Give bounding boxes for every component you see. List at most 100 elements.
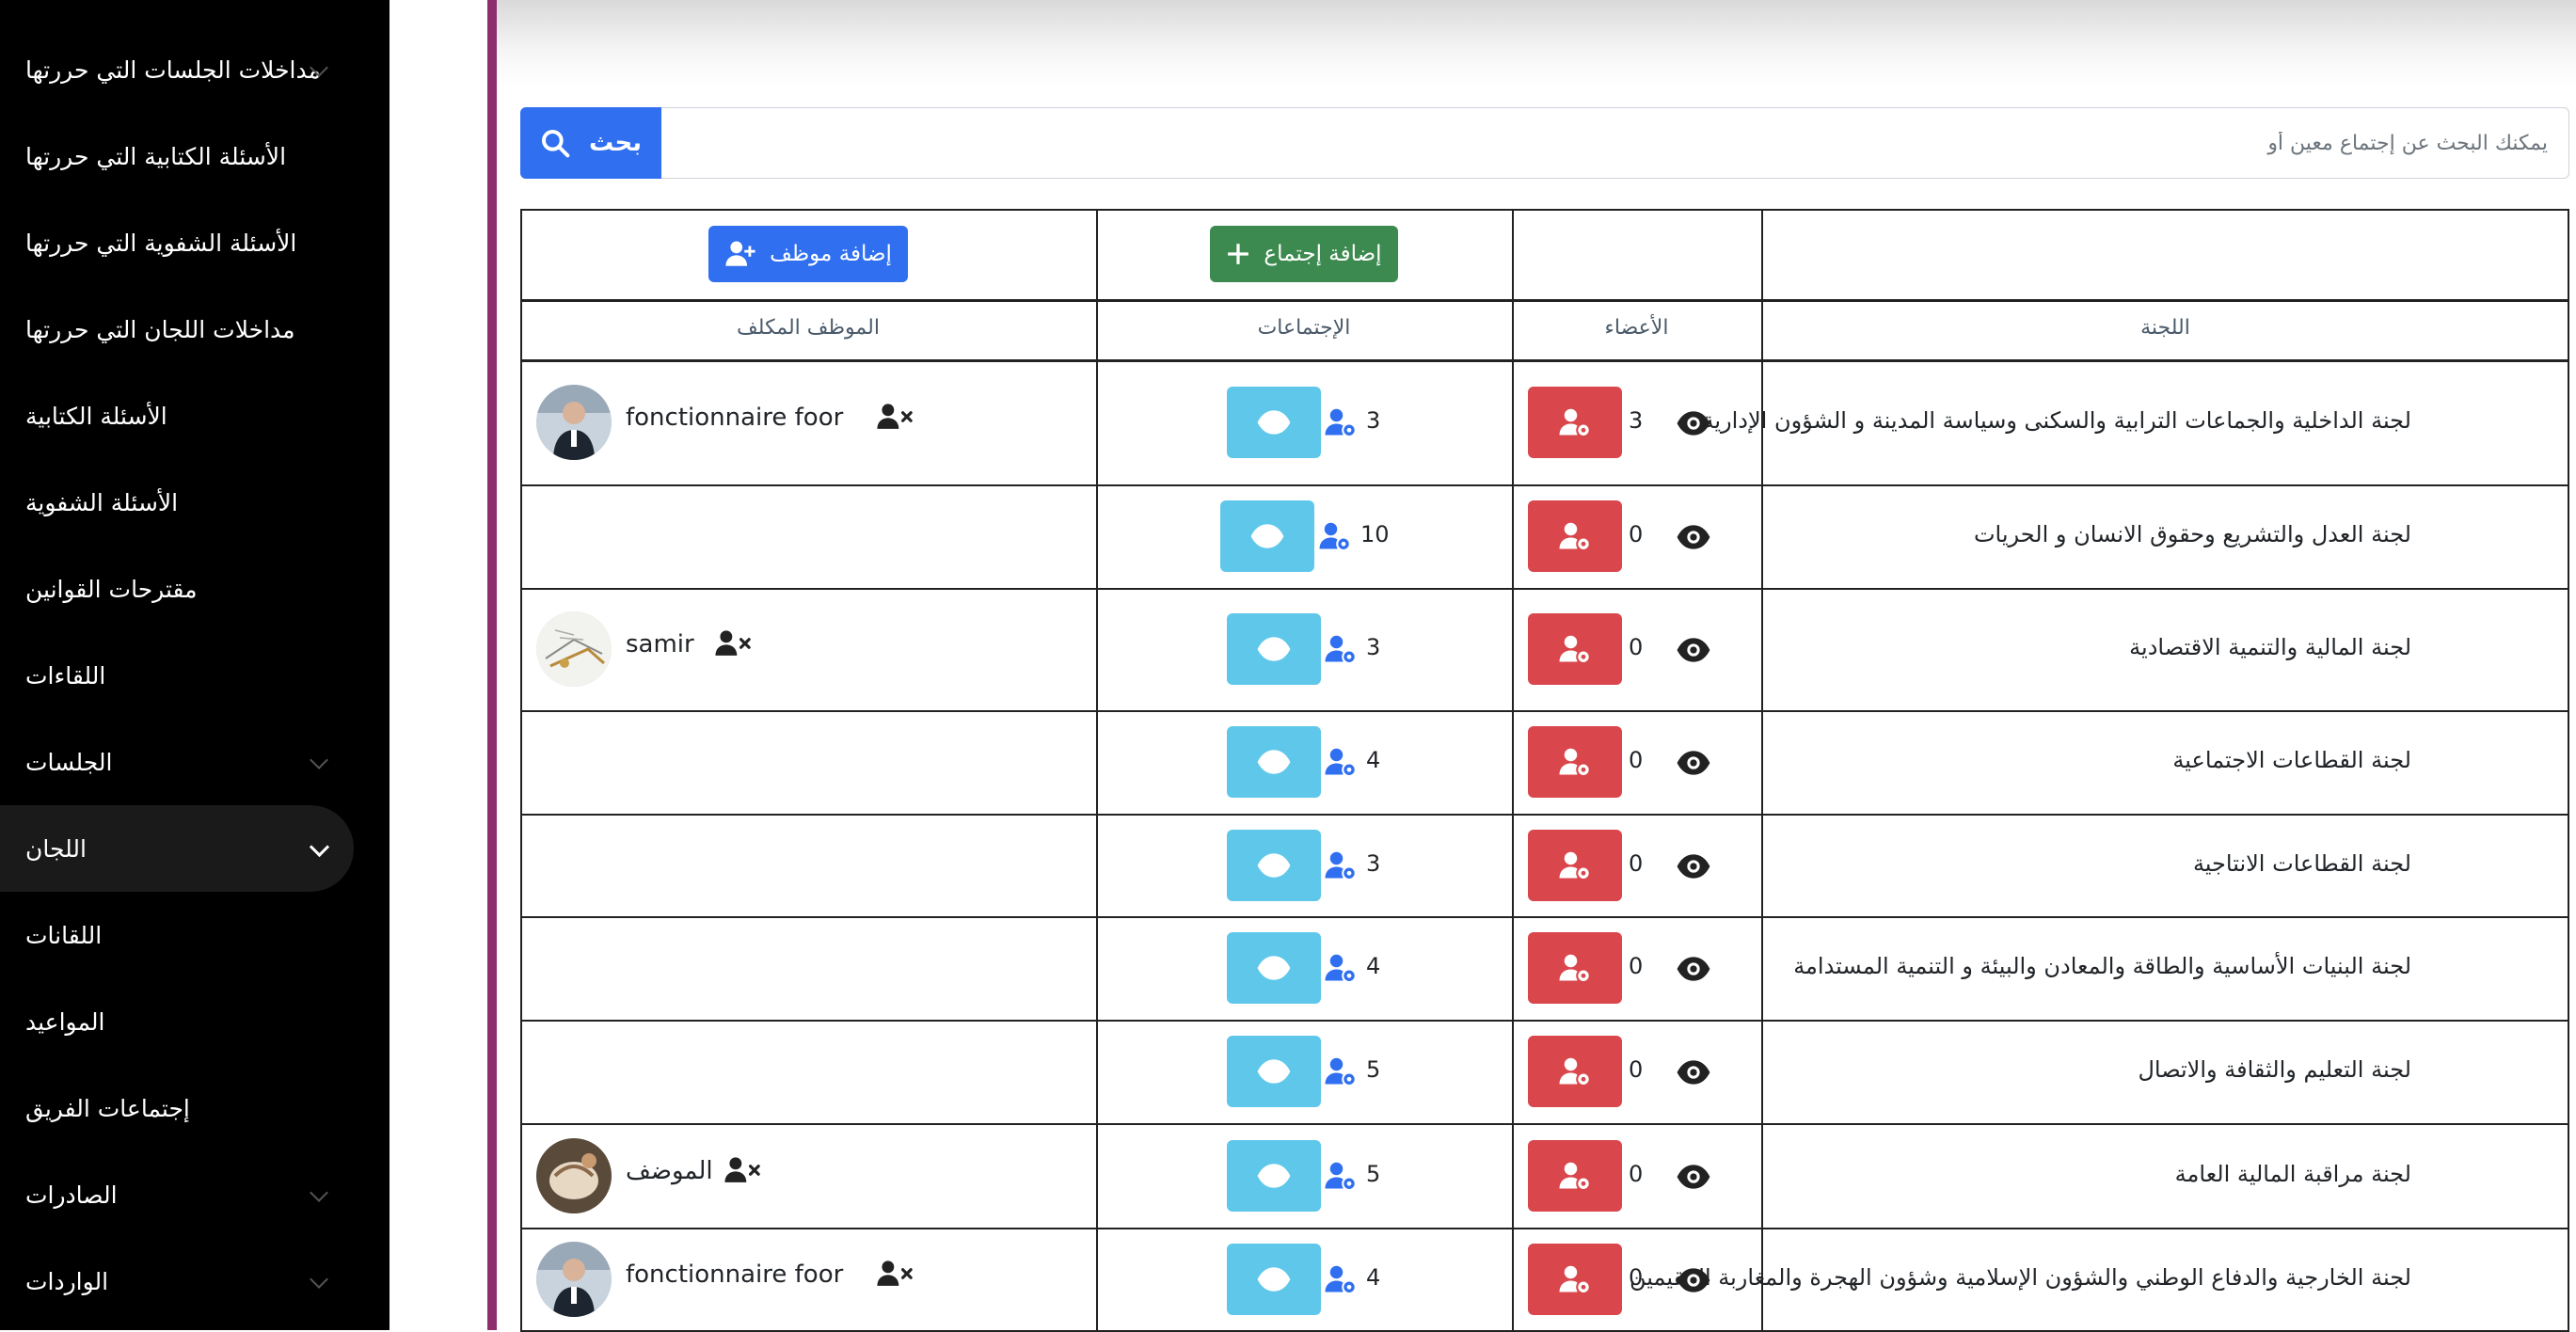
table-border [520,209,2569,211]
manage-meetings-icon[interactable] [1324,632,1358,670]
view-members-icon[interactable] [1676,405,1711,445]
table-border [520,484,2569,486]
user-gear-icon [1558,951,1592,985]
sidebar-item[interactable]: مداخلات الجلسات التي حررتها [0,26,354,113]
manage-members-button[interactable] [1528,726,1622,798]
view-members-icon[interactable] [1676,1159,1711,1198]
sidebar-item-label: اللقاءات [25,661,106,690]
employee-name: samir [626,630,694,658]
table-border [1096,209,1098,1330]
remove-employee-icon[interactable] [876,400,914,437]
sidebar-item[interactable]: الأسئلة الكتابية [0,373,354,459]
eye-icon [1256,1054,1292,1089]
column-header-committee: اللجنة [2140,316,2190,340]
table-border [520,916,2569,918]
sidebar-item[interactable]: الواردات [0,1238,354,1324]
add-employee-button[interactable]: إضافة موظف [708,226,908,282]
chevron-down-icon [309,836,330,858]
remove-employee-icon[interactable] [714,626,752,664]
manage-members-button[interactable] [1528,500,1622,572]
view-meetings-button[interactable] [1227,1243,1321,1315]
chevron-down-icon [310,751,328,769]
manage-meetings-icon[interactable] [1324,405,1358,443]
sidebar-item-label: الجلسات [25,748,113,776]
manage-members-button[interactable] [1528,1243,1622,1315]
manage-members-button[interactable] [1528,613,1622,685]
view-meetings-button[interactable] [1227,386,1321,458]
sidebar-item-label: المواعيد [25,1007,105,1036]
eye-icon [1256,848,1292,883]
view-members-icon[interactable] [1676,1054,1711,1094]
search-button[interactable]: بحث [520,107,661,179]
table-border [520,1123,2569,1125]
remove-employee-icon[interactable] [876,1257,914,1294]
sidebar-item[interactable]: الصادرات [0,1151,354,1238]
view-members-icon[interactable] [1676,1262,1711,1302]
view-meetings-button[interactable] [1227,613,1321,685]
add-employee-label: إضافة موظف [770,242,892,266]
meetings-count: 4 [1366,1263,1381,1291]
sidebar-item[interactable]: اللقاءات [0,632,354,719]
view-members-icon[interactable] [1676,519,1711,559]
manage-members-button[interactable] [1528,386,1622,458]
committee-name: لجنة المالية والتنمية الاقتصادية [2129,634,2411,660]
sidebar-item[interactable]: مقترحات القوانين [0,546,354,632]
employee-name: الموضف [626,1156,713,1185]
user-gear-icon [1558,405,1592,439]
manage-meetings-icon[interactable] [1324,1262,1358,1300]
view-meetings-button[interactable] [1227,931,1321,1004]
view-members-icon[interactable] [1676,951,1711,991]
manage-meetings-icon[interactable] [1324,1159,1358,1197]
employee-name: fonctionnaire foor [626,403,844,432]
sidebar-item[interactable]: الأسئلة الشفوية [0,459,354,546]
sidebar-item[interactable]: الأسئلة الشفوية التي حررتها [0,199,354,286]
view-meetings-button[interactable] [1227,830,1321,901]
sidebar-item[interactable]: الجلسات [0,719,354,805]
remove-employee-icon[interactable] [724,1153,761,1191]
members-count: 0 [1629,1056,1644,1083]
eye-icon [1256,744,1292,780]
sidebar-item[interactable]: اللقانات [0,892,354,978]
manage-meetings-icon[interactable] [1324,848,1358,886]
view-members-icon[interactable] [1676,848,1711,888]
view-meetings-button[interactable] [1220,500,1314,572]
manage-members-button[interactable] [1528,830,1622,901]
manage-meetings-icon[interactable] [1324,1054,1358,1092]
chevron-down-icon [310,1270,328,1289]
sidebar-item[interactable]: الأسئلة الكتابية التي حررتها [0,113,354,199]
members-count: 0 [1629,634,1644,660]
sidebar: مداخلات الجلسات التي حررتها الأسئلة الكتا… [0,0,390,1330]
sidebar-item[interactable]: المواعيد [0,978,354,1065]
plus-icon [1226,242,1250,266]
sidebar-item-label: الصادرات [25,1181,118,1209]
meetings-count: 3 [1366,406,1381,434]
meetings-count: 5 [1366,1056,1381,1083]
chevron-down-icon [310,1183,328,1202]
view-meetings-button[interactable] [1227,1036,1321,1107]
view-meetings-button[interactable] [1227,726,1321,798]
manage-meetings-icon[interactable] [1324,951,1358,989]
view-members-icon[interactable] [1676,632,1711,672]
table-border [520,1020,2569,1022]
search-input[interactable] [661,107,2569,179]
manage-meetings-icon[interactable] [1318,519,1352,557]
sidebar-item[interactable]: إجتماعات الفريق [0,1065,354,1151]
sidebar-item[interactable]: مداخلات اللجان التي حررتها [0,286,354,373]
view-meetings-button[interactable] [1227,1139,1321,1212]
sidebar-item[interactable]: اللجان [0,805,354,892]
view-members-icon[interactable] [1676,745,1711,785]
table-border [1512,209,1514,1330]
column-header-meetings: الإجتماعات [1257,316,1351,340]
user-gear-icon [1558,848,1592,882]
manage-members-button[interactable] [1528,1139,1622,1212]
sidebar-item-label: اللقانات [25,921,103,949]
committee-name: لجنة القطاعات الانتاجية [2192,850,2411,877]
manage-members-button[interactable] [1528,1036,1622,1107]
add-meeting-button[interactable]: إضافة إجتماع [1210,226,1398,282]
manage-meetings-icon[interactable] [1324,745,1358,783]
committee-name: لجنة البنيات الأساسية والطاقة والمعادن و… [1793,952,2411,979]
table-border [520,1228,2569,1229]
user-gear-icon [1558,519,1592,553]
manage-members-button[interactable] [1528,931,1622,1004]
top-bar [497,0,2576,87]
